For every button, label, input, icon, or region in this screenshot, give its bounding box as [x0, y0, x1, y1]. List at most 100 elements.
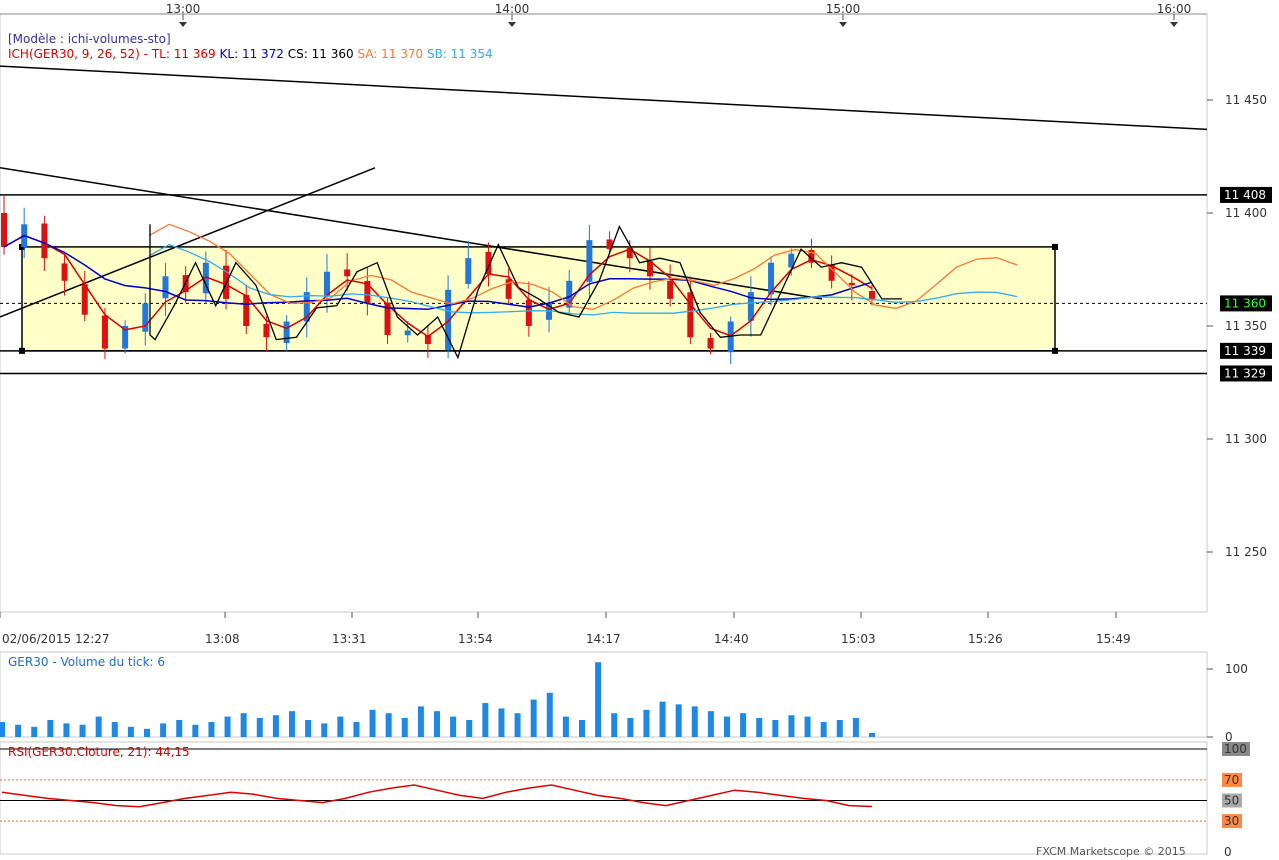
bottom-time-label: 14:40: [714, 632, 749, 646]
price-tag-label: 11 408: [1224, 188, 1266, 202]
tl-label: TL: 11 369: [151, 47, 216, 61]
candle-body: [869, 291, 875, 299]
rsi-tick-label: 0: [1224, 845, 1232, 859]
volume-bar: [788, 715, 795, 737]
volume-bar: [369, 709, 376, 737]
volume-bar: [869, 732, 875, 737]
volume-bar: [256, 717, 263, 737]
bottom-time-label: 13:08: [205, 632, 240, 646]
candle-body: [61, 263, 68, 281]
top-time-label: 13:00: [166, 2, 201, 16]
volume-bar: [836, 720, 843, 737]
volume-bar: [240, 713, 247, 737]
rsi-tick-label: 50: [1224, 794, 1239, 808]
candle-body: [848, 282, 855, 286]
bottom-time-label: 15:26: [968, 632, 1003, 646]
volume-bar: [192, 724, 199, 737]
price-tick-label: 11 300: [1225, 432, 1267, 446]
top-time-label: 16:00: [1157, 2, 1192, 16]
volume-bar: [417, 706, 424, 737]
volume-bar: [514, 713, 521, 737]
candle-body: [263, 323, 270, 338]
volume-bar: [127, 726, 134, 737]
volume-tick-label: 100: [1225, 662, 1248, 676]
volume-bar: [595, 662, 602, 737]
volume-bar: [498, 708, 505, 737]
volume-bar: [434, 711, 440, 737]
volume-bar: [176, 720, 183, 737]
volume-bar: [643, 709, 650, 737]
volume-bar: [691, 706, 698, 737]
chart-canvas: 13:00 14:00 15:00 16:00 11 450 11 400 11 350 11…: [0, 2, 1272, 859]
volume-bar: [659, 701, 666, 737]
price-tick-label: 11 250: [1225, 545, 1267, 559]
volume-bar: [707, 711, 714, 737]
volume-bar: [852, 717, 859, 737]
rsi-label: RSI(GER30.Cloture, 21): 44,15: [8, 745, 190, 759]
volume-bar: [79, 724, 86, 737]
candle-body: [142, 303, 149, 332]
volume-bar: [675, 704, 682, 737]
volume-bar: [482, 703, 489, 737]
candle-body: [283, 321, 290, 344]
indicator-name: ICH(GER30, 9, 26, 52) -: [8, 47, 148, 61]
candle-body: [101, 315, 108, 349]
volume-label: GER30 - Volume du tick: 6: [8, 655, 166, 669]
volume-bar: [450, 716, 457, 737]
volume-bar: [321, 723, 328, 737]
volume-bar: [804, 716, 811, 737]
price-tag-label: 11 360: [1224, 296, 1266, 310]
volume-bar: [353, 722, 360, 737]
rsi-tick-label: 70: [1224, 773, 1239, 787]
volume-bar: [144, 728, 150, 737]
volume-bar: [111, 722, 118, 737]
price-tick-label: 11 450: [1225, 93, 1267, 107]
price-tag-label: 11 329: [1224, 366, 1266, 380]
candle-body: [41, 223, 48, 259]
candle-body: [465, 258, 472, 284]
kl-label: KL: 11 372: [219, 47, 284, 61]
volume-bar: [47, 720, 54, 737]
volume-bar: [31, 726, 38, 737]
volume-bar: [160, 723, 167, 737]
volume-bar: [224, 716, 231, 737]
candle-body: [687, 292, 694, 338]
top-time-label: 14:00: [495, 2, 530, 16]
price-tick-label: 11 400: [1225, 206, 1267, 220]
volume-bar: [611, 713, 618, 737]
top-time-label: 15:00: [826, 2, 861, 16]
volume-bar: [724, 716, 730, 737]
volume-bar: [466, 720, 473, 737]
volume-bar: [756, 717, 763, 737]
volume-bar: [337, 716, 344, 737]
candle-body: [667, 280, 674, 299]
price-tick-label: 11 350: [1225, 319, 1267, 333]
footer-copyright: FXCM Marketscope © 2015: [1036, 845, 1186, 858]
volume-bar: [63, 723, 70, 737]
rsi-tick-label: 30: [1224, 814, 1239, 828]
volume-bar: [305, 720, 312, 737]
volume-bar: [772, 720, 779, 737]
volume-bar: [289, 711, 295, 737]
volume-bar: [208, 722, 215, 737]
volume-bar: [95, 716, 102, 737]
volume-bar: [546, 692, 553, 737]
candle-body: [525, 299, 532, 326]
sa-label: SA: 11 370: [357, 47, 424, 61]
bottom-time-label: 02/06/2015 12:27: [2, 632, 110, 646]
candle-body: [323, 271, 330, 296]
bottom-time-label: 13:31: [332, 632, 367, 646]
candle-body: [162, 276, 169, 299]
rsi-tick-label: 100: [1224, 742, 1247, 756]
price-tag-label: 11 339: [1224, 344, 1266, 358]
volume-bar: [530, 699, 537, 737]
candle-body: [1, 213, 7, 247]
candle-body: [707, 338, 714, 349]
candle-body: [344, 269, 351, 277]
sb-label: SB: 11 354: [426, 47, 493, 61]
bottom-time-label: 15:03: [841, 632, 876, 646]
volume-bar: [740, 713, 747, 737]
candle-body: [404, 330, 411, 336]
bottom-time-label: 14:17: [586, 632, 621, 646]
volume-bar: [562, 716, 569, 737]
